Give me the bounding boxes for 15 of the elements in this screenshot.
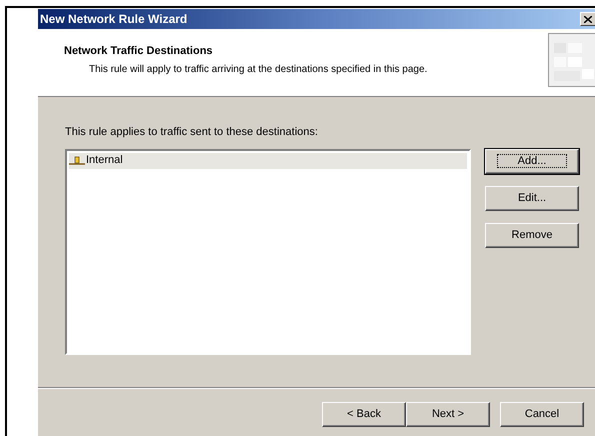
- wizard-button[interactable]: Next >: [406, 402, 490, 426]
- instruction-text: This rule applies to traffic sent to these destinations:: [65, 125, 319, 140]
- close-button[interactable]: [580, 12, 595, 26]
- wizard-button[interactable]: Cancel: [500, 402, 584, 426]
- destination-list[interactable]: Internal: [65, 148, 471, 354]
- page-description: This rule will apply to traffic arriving at the destinations specified in this page.: [88, 62, 428, 76]
- side-button[interactable]: Add...: [485, 148, 579, 174]
- page-title: Network Traffic Destinations: [64, 44, 214, 59]
- window-title: New Network Rule Wizard: [40, 11, 188, 28]
- wizard-button[interactable]: < Back: [322, 402, 406, 426]
- side-button[interactable]: Remove: [485, 222, 579, 248]
- network-icon: [69, 154, 85, 166]
- side-button[interactable]: Edit...: [485, 186, 579, 210]
- list-item[interactable]: Internal: [69, 152, 467, 168]
- close-icon: [584, 16, 592, 22]
